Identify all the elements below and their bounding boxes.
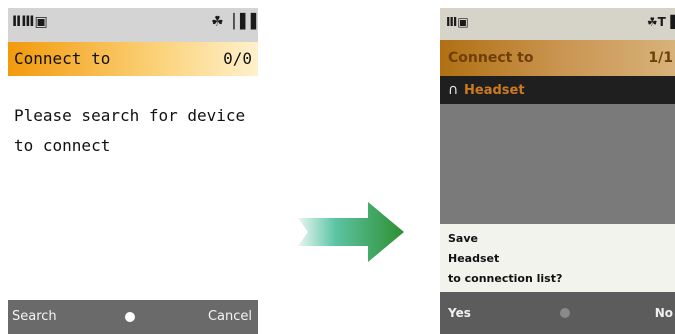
device-count: 0/0 bbox=[223, 49, 252, 68]
device-count: 1/1 bbox=[648, 50, 673, 66]
list-area bbox=[440, 104, 675, 224]
yes-softkey[interactable]: Yes bbox=[448, 306, 471, 320]
title-bar: Connect to 1/1 bbox=[440, 40, 675, 76]
center-key-dot-icon[interactable] bbox=[560, 308, 570, 318]
list-item-label: Headset bbox=[464, 83, 525, 98]
center-key-dot-icon[interactable] bbox=[125, 312, 135, 322]
right-phone-screen: Ⅲ▣ ☘T▐ Connect to 1/1 ∩ Headset Save Hea… bbox=[440, 8, 675, 334]
softkey-bar: Yes No bbox=[440, 292, 675, 334]
left-phone-screen: ⅡⅢ▣ ☘▕▐▐ Connect to 0/0 Please search fo… bbox=[8, 8, 258, 334]
status-bar: ⅡⅢ▣ ☘▕▐▐ bbox=[8, 8, 258, 42]
signal-strength-icon: ☘T▐ bbox=[646, 15, 675, 29]
no-softkey[interactable]: No bbox=[655, 306, 673, 320]
dialog-line-2: Headset bbox=[448, 252, 500, 265]
signal-strength-icon: ☘▕▐▐ bbox=[211, 14, 256, 30]
transition-arrow-icon bbox=[298, 202, 404, 262]
cancel-softkey[interactable]: Cancel bbox=[208, 309, 252, 324]
battery-signal-icons: ⅡⅢ▣ bbox=[12, 14, 48, 30]
search-softkey[interactable]: Search bbox=[12, 309, 57, 324]
headset-icon: ∩ bbox=[448, 82, 459, 98]
message-line-1: Please search for device bbox=[14, 106, 246, 125]
message-line-2: to connect bbox=[14, 136, 111, 155]
save-dialog: Save Headset to connection list? bbox=[440, 224, 675, 292]
title-bar: Connect to 0/0 bbox=[8, 42, 258, 76]
page-title: Connect to bbox=[14, 49, 111, 68]
status-bar: Ⅲ▣ ☘T▐ bbox=[440, 8, 675, 40]
page-title: Connect to bbox=[448, 50, 534, 66]
softkey-bar: Search Cancel bbox=[8, 300, 258, 334]
dialog-line-3: to connection list? bbox=[448, 272, 563, 285]
battery-icon: Ⅲ▣ bbox=[446, 15, 469, 29]
dialog-line-1: Save bbox=[448, 232, 478, 245]
list-item-headset[interactable]: ∩ Headset bbox=[440, 76, 675, 104]
